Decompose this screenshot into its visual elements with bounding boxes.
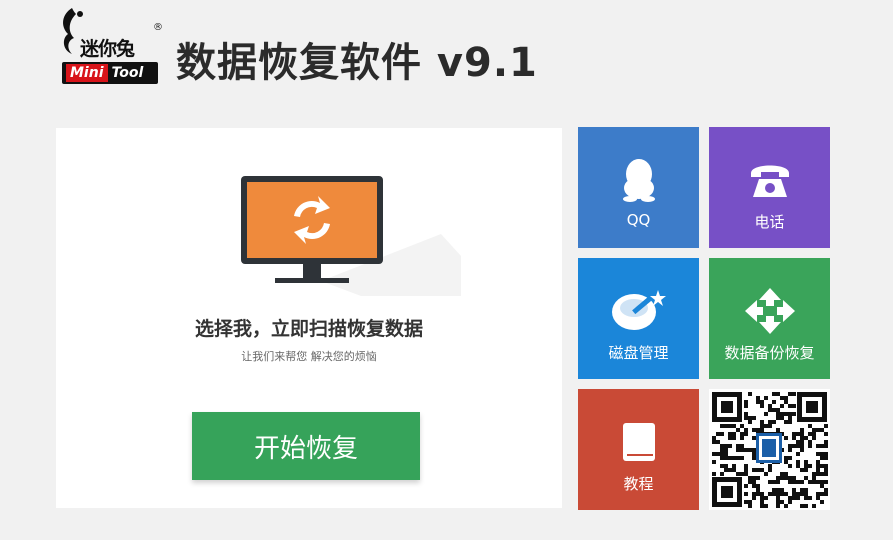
disk-management-tile[interactable]: 磁盘管理 [578, 258, 699, 379]
main-recovery-panel: 选择我，立即扫描恢复数据 让我们来帮您 解决您的烦恼 开始恢复 [56, 128, 562, 508]
qq-label: QQ [626, 211, 651, 229]
minitool-badge: Mini Tool [62, 62, 158, 84]
phone-icon [749, 155, 791, 205]
app-title: 数据恢复软件 v9.1 [176, 40, 538, 86]
data-backup-label: 数据备份恢复 [724, 344, 815, 362]
disk-management-label: 磁盘管理 [608, 344, 669, 362]
main-subheading: 让我们来帮您 解决您的烦恼 [241, 350, 377, 363]
logo-tool-text: Tool [111, 65, 144, 81]
logo-mini-text: Mini [66, 64, 108, 82]
registered-mark: ® [153, 22, 163, 33]
app-logo: 迷你兔 ® Mini Tool [58, 4, 163, 90]
book-icon [619, 417, 659, 467]
data-backup-tile[interactable]: 数据备份恢复 [709, 258, 830, 379]
qr-code [709, 389, 830, 510]
start-recovery-button[interactable]: 开始恢复 [192, 412, 420, 480]
qq-tile[interactable]: QQ [578, 127, 699, 248]
backup-arrows-icon [743, 286, 797, 336]
qq-penguin-icon [622, 155, 656, 205]
phone-tile[interactable]: 电话 [709, 127, 830, 248]
logo-cn-text: 迷你兔 [80, 38, 135, 60]
tutorial-tile[interactable]: 教程 [578, 389, 699, 510]
disk-wand-icon [608, 286, 670, 336]
phone-label: 电话 [754, 213, 785, 231]
monitor-recovery-icon [241, 176, 461, 296]
tutorial-label: 教程 [623, 475, 654, 493]
main-heading: 选择我，立即扫描恢复数据 [194, 318, 423, 340]
